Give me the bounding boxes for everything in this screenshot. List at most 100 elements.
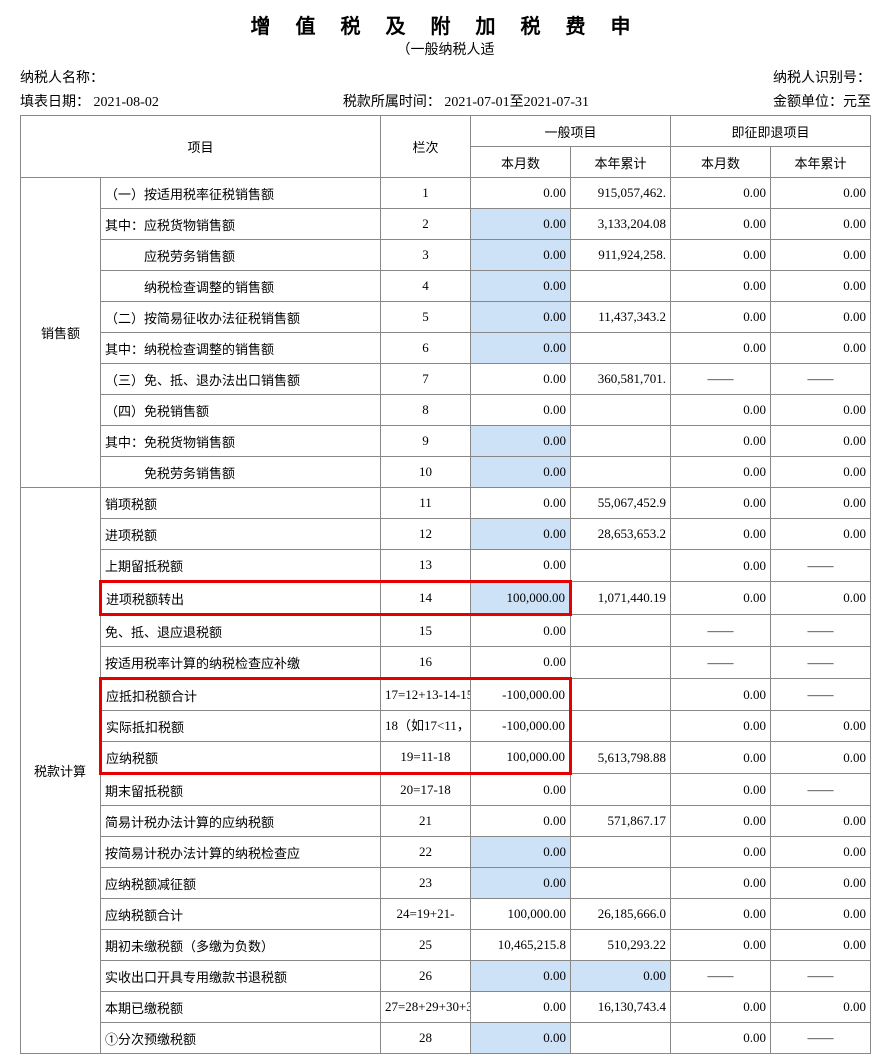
item-label: 其中：应税货物销售额 — [101, 209, 381, 240]
cell-b: 915,057,462. — [570, 178, 670, 209]
cell-b: 3,133,204.08 — [570, 209, 670, 240]
table-row: 应纳税额合计 24=19+21- 100,000.00 26,185,666.0… — [21, 899, 871, 930]
cell-a-input[interactable]: 0.00 — [470, 209, 570, 240]
cell-a-input[interactable]: 0.00 — [470, 426, 570, 457]
cell-b — [570, 615, 670, 647]
cell-b-input[interactable]: 0.00 — [570, 961, 670, 992]
cell-a: 0.00 — [470, 774, 570, 806]
item-label: 应纳税额合计 — [101, 899, 381, 930]
col-num: 21 — [380, 806, 470, 837]
col-num: 4 — [380, 271, 470, 302]
cell-a: -100,000.00 — [470, 711, 570, 742]
header-item: 项目 — [21, 116, 381, 178]
cell-a-input[interactable]: 0.00 — [470, 837, 570, 868]
col-num: 16 — [380, 647, 470, 679]
cell-c: 0.00 — [670, 868, 770, 899]
item-label: 简易计税办法计算的应纳税额 — [101, 806, 381, 837]
col-num: 10 — [380, 457, 470, 488]
cell-d: 0.00 — [770, 930, 870, 961]
cell-a: 0.00 — [470, 178, 570, 209]
col-num: 26 — [380, 961, 470, 992]
cell-c: 0.00 — [670, 302, 770, 333]
cell-b: 360,581,701. — [570, 364, 670, 395]
col-num: 18（如17<11，则为17，否则 — [380, 711, 470, 742]
cell-b: 911,924,258. — [570, 240, 670, 271]
table-row: 按适用税率计算的纳税检查应补缴 16 0.00 —— —— — [21, 647, 871, 679]
cell-c: 0.00 — [670, 550, 770, 582]
cell-a: 100,000.00 — [470, 899, 570, 930]
cell-b: 28,653,653.2 — [570, 519, 670, 550]
col-num: 20=17-18 — [380, 774, 470, 806]
table-row: 上期留抵税额 13 0.00 0.00 —— — [21, 550, 871, 582]
item-label: （三）免、抵、退办法出口销售额 — [101, 364, 381, 395]
header-year-g: 本年累计 — [570, 147, 670, 178]
cell-d: 0.00 — [770, 582, 870, 615]
cell-b — [570, 647, 670, 679]
item-label: （二）按简易征收办法征税销售额 — [101, 302, 381, 333]
cell-c: 0.00 — [670, 488, 770, 519]
cell-a-input[interactable]: 100,000.00 — [470, 582, 570, 615]
cell-a: 0.00 — [470, 488, 570, 519]
cell-c: 0.00 — [670, 899, 770, 930]
table-row: 进项税额 12 0.00 28,653,653.2 0.00 0.00 — [21, 519, 871, 550]
cell-a-input[interactable]: 0.00 — [470, 519, 570, 550]
col-num: 6 — [380, 333, 470, 364]
cell-a-input[interactable]: 0.00 — [470, 302, 570, 333]
cell-b — [570, 711, 670, 742]
unit-label: 金额单位：元至 — [773, 91, 871, 111]
item-label: 进项税额转出 — [101, 582, 381, 615]
table-row: 按简易计税办法计算的纳税检查应 22 0.00 0.00 0.00 — [21, 837, 871, 868]
table-row: 期末留抵税额 20=17-18 0.00 0.00 —— — [21, 774, 871, 806]
table-row: 其中：纳税检查调整的销售额 6 0.00 0.00 0.00 — [21, 333, 871, 364]
col-num: 11 — [380, 488, 470, 519]
col-num: 19=11-18 — [380, 742, 470, 774]
table-row: 税款计算 销项税额 11 0.00 55,067,452.9 0.00 0.00 — [21, 488, 871, 519]
table-row: 期初未缴税额（多缴为负数） 25 10,465,215.8 510,293.22… — [21, 930, 871, 961]
cell-d: 0.00 — [770, 488, 870, 519]
cell-d: 0.00 — [770, 837, 870, 868]
table-row: 其中：应税货物销售额 2 0.00 3,133,204.08 0.00 0.00 — [21, 209, 871, 240]
cell-d: —— — [770, 1023, 870, 1054]
table-row: （四）免税销售额 8 0.00 0.00 0.00 — [21, 395, 871, 426]
cell-d: 0.00 — [770, 178, 870, 209]
cell-d: 0.00 — [770, 868, 870, 899]
fill-date-label: 填表日期： — [20, 95, 90, 110]
cell-c: 0.00 — [670, 992, 770, 1023]
cell-a-input[interactable]: 0.00 — [470, 961, 570, 992]
cell-d: 0.00 — [770, 519, 870, 550]
cell-a-input[interactable]: 0.00 — [470, 868, 570, 899]
table-row: 应税劳务销售额 3 0.00 911,924,258. 0.00 0.00 — [21, 240, 871, 271]
category-sales: 销售额 — [21, 178, 101, 488]
cell-a-input[interactable]: 0.00 — [470, 333, 570, 364]
cell-d: 0.00 — [770, 426, 870, 457]
cell-b — [570, 550, 670, 582]
cell-d: 0.00 — [770, 271, 870, 302]
cell-b: 11,437,343.2 — [570, 302, 670, 333]
col-num: 5 — [380, 302, 470, 333]
cell-b: 5,613,798.88 — [570, 742, 670, 774]
cell-d: —— — [770, 647, 870, 679]
taxpayer-id-label: 纳税人识别号： — [773, 67, 871, 87]
item-label: 按简易计税办法计算的纳税检查应 — [101, 837, 381, 868]
cell-d: —— — [770, 961, 870, 992]
cell-b: 26,185,666.0 — [570, 899, 670, 930]
cell-b — [570, 679, 670, 711]
col-num: 24=19+21- — [380, 899, 470, 930]
col-num: 28 — [380, 1023, 470, 1054]
item-label: 纳税检查调整的销售额 — [101, 271, 381, 302]
cell-a: 0.00 — [470, 395, 570, 426]
table-row: 其中：免税货物销售额 9 0.00 0.00 0.00 — [21, 426, 871, 457]
cell-c: 0.00 — [670, 519, 770, 550]
item-label: 实收出口开具专用缴款书退税额 — [101, 961, 381, 992]
cell-a-input[interactable]: 0.00 — [470, 457, 570, 488]
cell-a-input[interactable]: 0.00 — [470, 240, 570, 271]
cell-a-input[interactable]: 0.00 — [470, 1023, 570, 1054]
header-refund: 即征即退项目 — [670, 116, 870, 147]
item-label: 其中：纳税检查调整的销售额 — [101, 333, 381, 364]
item-label: 应抵扣税额合计 — [101, 679, 381, 711]
cell-d: 0.00 — [770, 899, 870, 930]
col-num: 8 — [380, 395, 470, 426]
col-num: 9 — [380, 426, 470, 457]
cell-a-input[interactable]: 0.00 — [470, 271, 570, 302]
col-num: 25 — [380, 930, 470, 961]
